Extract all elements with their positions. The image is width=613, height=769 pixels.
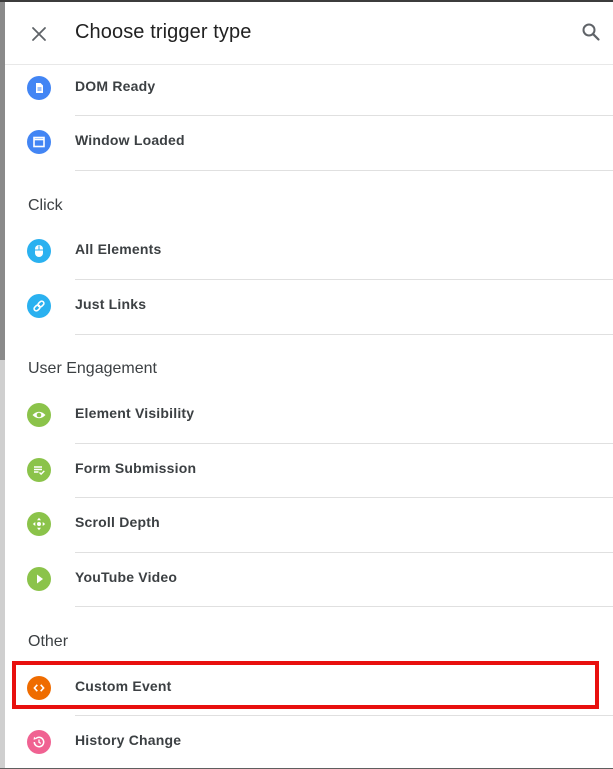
trigger-scroll-depth[interactable]: Scroll Depth [5, 497, 613, 551]
history-icon [27, 730, 51, 754]
trigger-label: DOM Ready [75, 78, 156, 94]
trigger-label: Form Submission [75, 460, 197, 476]
trigger-label: Window Loaded [75, 132, 185, 148]
divider [75, 334, 613, 335]
link-icon [27, 294, 51, 318]
trigger-label: History Change [75, 732, 182, 748]
mouse-icon [27, 239, 51, 263]
highlight-box [12, 661, 599, 709]
trigger-label: Just Links [75, 296, 147, 312]
search-icon [582, 23, 600, 41]
trigger-dom-ready[interactable]: DOM Ready [5, 61, 613, 115]
document-icon [27, 76, 51, 100]
trigger-label: Scroll Depth [75, 514, 160, 530]
trigger-youtube-video[interactable]: YouTube Video [5, 552, 613, 606]
eye-icon [27, 403, 51, 427]
play-icon [27, 567, 51, 591]
panel-header: Choose trigger type [5, 2, 613, 65]
trigger-label: Element Visibility [75, 405, 195, 421]
close-button[interactable] [27, 22, 51, 46]
section-heading-other: Other [28, 633, 69, 650]
section-heading-user-engagement: User Engagement [28, 360, 157, 377]
trigger-label: YouTube Video [75, 569, 178, 585]
page-title: Choose trigger type [75, 21, 252, 43]
trigger-history-change[interactable]: History Change [5, 715, 613, 769]
divider [75, 606, 613, 607]
trigger-just-links[interactable]: Just Links [5, 279, 613, 333]
move-icon [27, 512, 51, 536]
window-icon [27, 130, 51, 154]
trigger-element-visibility[interactable]: Element Visibility [5, 388, 613, 442]
section-heading-click: Click [28, 197, 63, 214]
trigger-window-loaded[interactable]: Window Loaded [5, 115, 613, 169]
divider [75, 170, 613, 171]
form-check-icon [27, 458, 51, 482]
close-icon [32, 27, 46, 41]
trigger-all-elements[interactable]: All Elements [5, 224, 613, 278]
search-button[interactable] [579, 20, 603, 44]
trigger-form-submission[interactable]: Form Submission [5, 443, 613, 497]
trigger-type-panel: Choose trigger type DOM Ready Window Loa… [5, 2, 613, 768]
trigger-label: All Elements [75, 241, 162, 257]
